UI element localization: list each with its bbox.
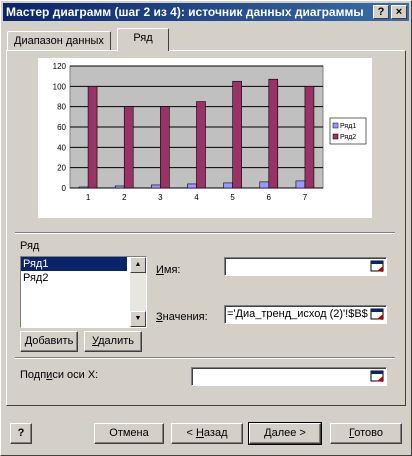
label-hotkey: З <box>156 311 163 323</box>
add-series-button[interactable]: Добавить <box>20 331 78 352</box>
chart-wizard-dialog: Мастер диаграмм (шаг 2 из 4): источник д… <box>0 0 412 456</box>
tab-label: Ряд <box>133 32 153 44</box>
label-text: начения: <box>162 311 208 323</box>
chart-preview: 0 20 40 60 80 100 120 1 2 3 4 5 6 7 Ряд1 Ряд2 <box>38 58 372 218</box>
help-title-button[interactable]: ? <box>373 5 389 19</box>
bar-Ряд2 <box>160 106 170 189</box>
values-input[interactable]: ='Диа_тренд_исход (2)'!$B$ <box>224 305 387 324</box>
x-tick-label: 2 <box>122 193 127 202</box>
finish-button[interactable]: Готово <box>330 423 402 444</box>
bar-Ряд1 <box>187 183 197 189</box>
legend-swatch <box>332 122 339 129</box>
scroll-down-icon[interactable]: ▼ <box>130 311 146 327</box>
legend-label: Ряд2 <box>340 134 356 141</box>
series-tab-panel: 0 20 40 60 80 100 120 1 2 3 4 5 6 7 Ряд1 Ряд2 Ряд Ряд1 … <box>6 50 406 406</box>
divider <box>15 357 395 359</box>
y-tick-label: 40 <box>57 143 66 152</box>
listbox-scrollbar[interactable]: ▲ ▼ <box>130 257 146 327</box>
chart-svg: 0 20 40 60 80 100 120 1 2 3 4 5 6 7 Ряд1 Ряд2 <box>53 62 367 202</box>
x-tick-label: 5 <box>230 193 235 202</box>
next-button-hotkey: Д <box>264 427 272 439</box>
y-tick-label: 60 <box>57 123 66 132</box>
x-axis-labels-input[interactable] <box>191 367 387 386</box>
x-tick-label: 4 <box>194 193 199 202</box>
values-field-label: Значения: <box>156 311 208 323</box>
bar-Ряд2 <box>232 80 242 189</box>
close-button[interactable]: × <box>391 5 407 19</box>
x-tick-label: 6 <box>267 193 272 202</box>
window-title: Мастер диаграмм (шаг 2 из 4): источник д… <box>6 5 364 19</box>
bar-Ряд2 <box>196 101 206 189</box>
remove-series-button[interactable]: Удалить <box>84 331 142 352</box>
bar-Ряд2 <box>304 86 315 189</box>
y-tick-label: 120 <box>53 62 67 71</box>
bar-Ряд1 <box>259 181 270 189</box>
name-field-label: Имя: <box>156 264 180 276</box>
bar-Ряд1 <box>223 182 233 189</box>
cancel-button-text: Отмена <box>109 427 149 439</box>
label-text: си оси X: <box>52 369 99 381</box>
back-button-hotkey: Н <box>195 427 204 439</box>
divider <box>15 232 395 234</box>
bar-Ряд2 <box>123 106 134 189</box>
back-button[interactable]: < Назад <box>171 423 243 444</box>
series-list-item[interactable]: Ряд2 <box>21 271 127 285</box>
bar-Ряд1 <box>114 185 125 189</box>
name-input[interactable] <box>224 257 387 276</box>
back-button-text: азад <box>203 427 228 439</box>
legend-swatch <box>332 133 339 140</box>
x-tick-label: 3 <box>158 193 163 202</box>
x-tick-label: 7 <box>303 193 308 202</box>
scroll-up-icon[interactable]: ▲ <box>130 257 146 273</box>
tab-data-range[interactable]: Диапазон данных <box>7 31 111 51</box>
series-list-item[interactable]: Ряд1 <box>21 257 127 271</box>
back-button-text: < <box>186 427 196 439</box>
question-mark-icon: ? <box>377 6 385 18</box>
y-tick-label: 80 <box>57 103 66 112</box>
y-tick-label: 100 <box>53 82 67 91</box>
collapse-dialog-icon[interactable] <box>370 307 385 322</box>
bar-Ряд2 <box>268 78 279 189</box>
bar-Ряд1 <box>151 184 161 189</box>
next-button-text: алее > <box>271 427 306 439</box>
y-tick-label: 0 <box>62 184 67 193</box>
x-tick-label: 1 <box>86 193 91 202</box>
label-text: мя: <box>163 264 181 276</box>
question-mark-icon: ? <box>17 427 25 439</box>
collapse-dialog-icon[interactable] <box>370 369 385 384</box>
values-input-value: ='Диа_тренд_исход (2)'!$B$ <box>227 308 368 320</box>
label-hotkey: И <box>156 264 164 276</box>
help-button[interactable]: ? <box>10 423 32 444</box>
finish-button-text: отово <box>354 427 383 439</box>
remove-button-text: далить <box>98 335 134 347</box>
tab-label: Диапазон данных <box>14 35 104 47</box>
legend-label: Ряд1 <box>340 123 356 130</box>
cancel-button[interactable]: Отмена <box>94 423 164 444</box>
series-section-label: Ряд <box>20 240 40 252</box>
series-listbox[interactable]: Ряд1 Ряд2 ▲ ▼ <box>20 256 147 328</box>
add-button-text: обавить <box>32 335 74 347</box>
close-icon: × <box>395 6 403 18</box>
collapse-dialog-icon[interactable] <box>370 259 385 274</box>
bar-Ряд1 <box>78 186 89 189</box>
bar-Ряд1 <box>295 180 306 189</box>
bar-Ряд2 <box>87 86 98 189</box>
label-text: Подп <box>20 369 47 381</box>
y-tick-label: 20 <box>57 164 66 173</box>
x-axis-labels-label: Подписи оси X: <box>20 369 98 381</box>
next-button[interactable]: Далее > <box>248 422 322 445</box>
title-bar: Мастер диаграмм (шаг 2 из 4): источник д… <box>3 3 409 21</box>
tab-series[interactable]: Ряд <box>117 28 169 51</box>
